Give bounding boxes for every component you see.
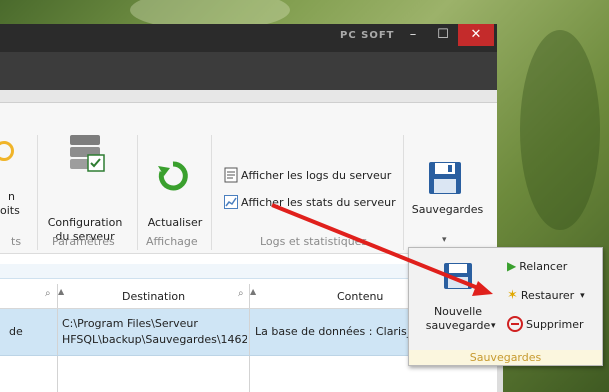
red-arrow-icon [271,203,493,296]
